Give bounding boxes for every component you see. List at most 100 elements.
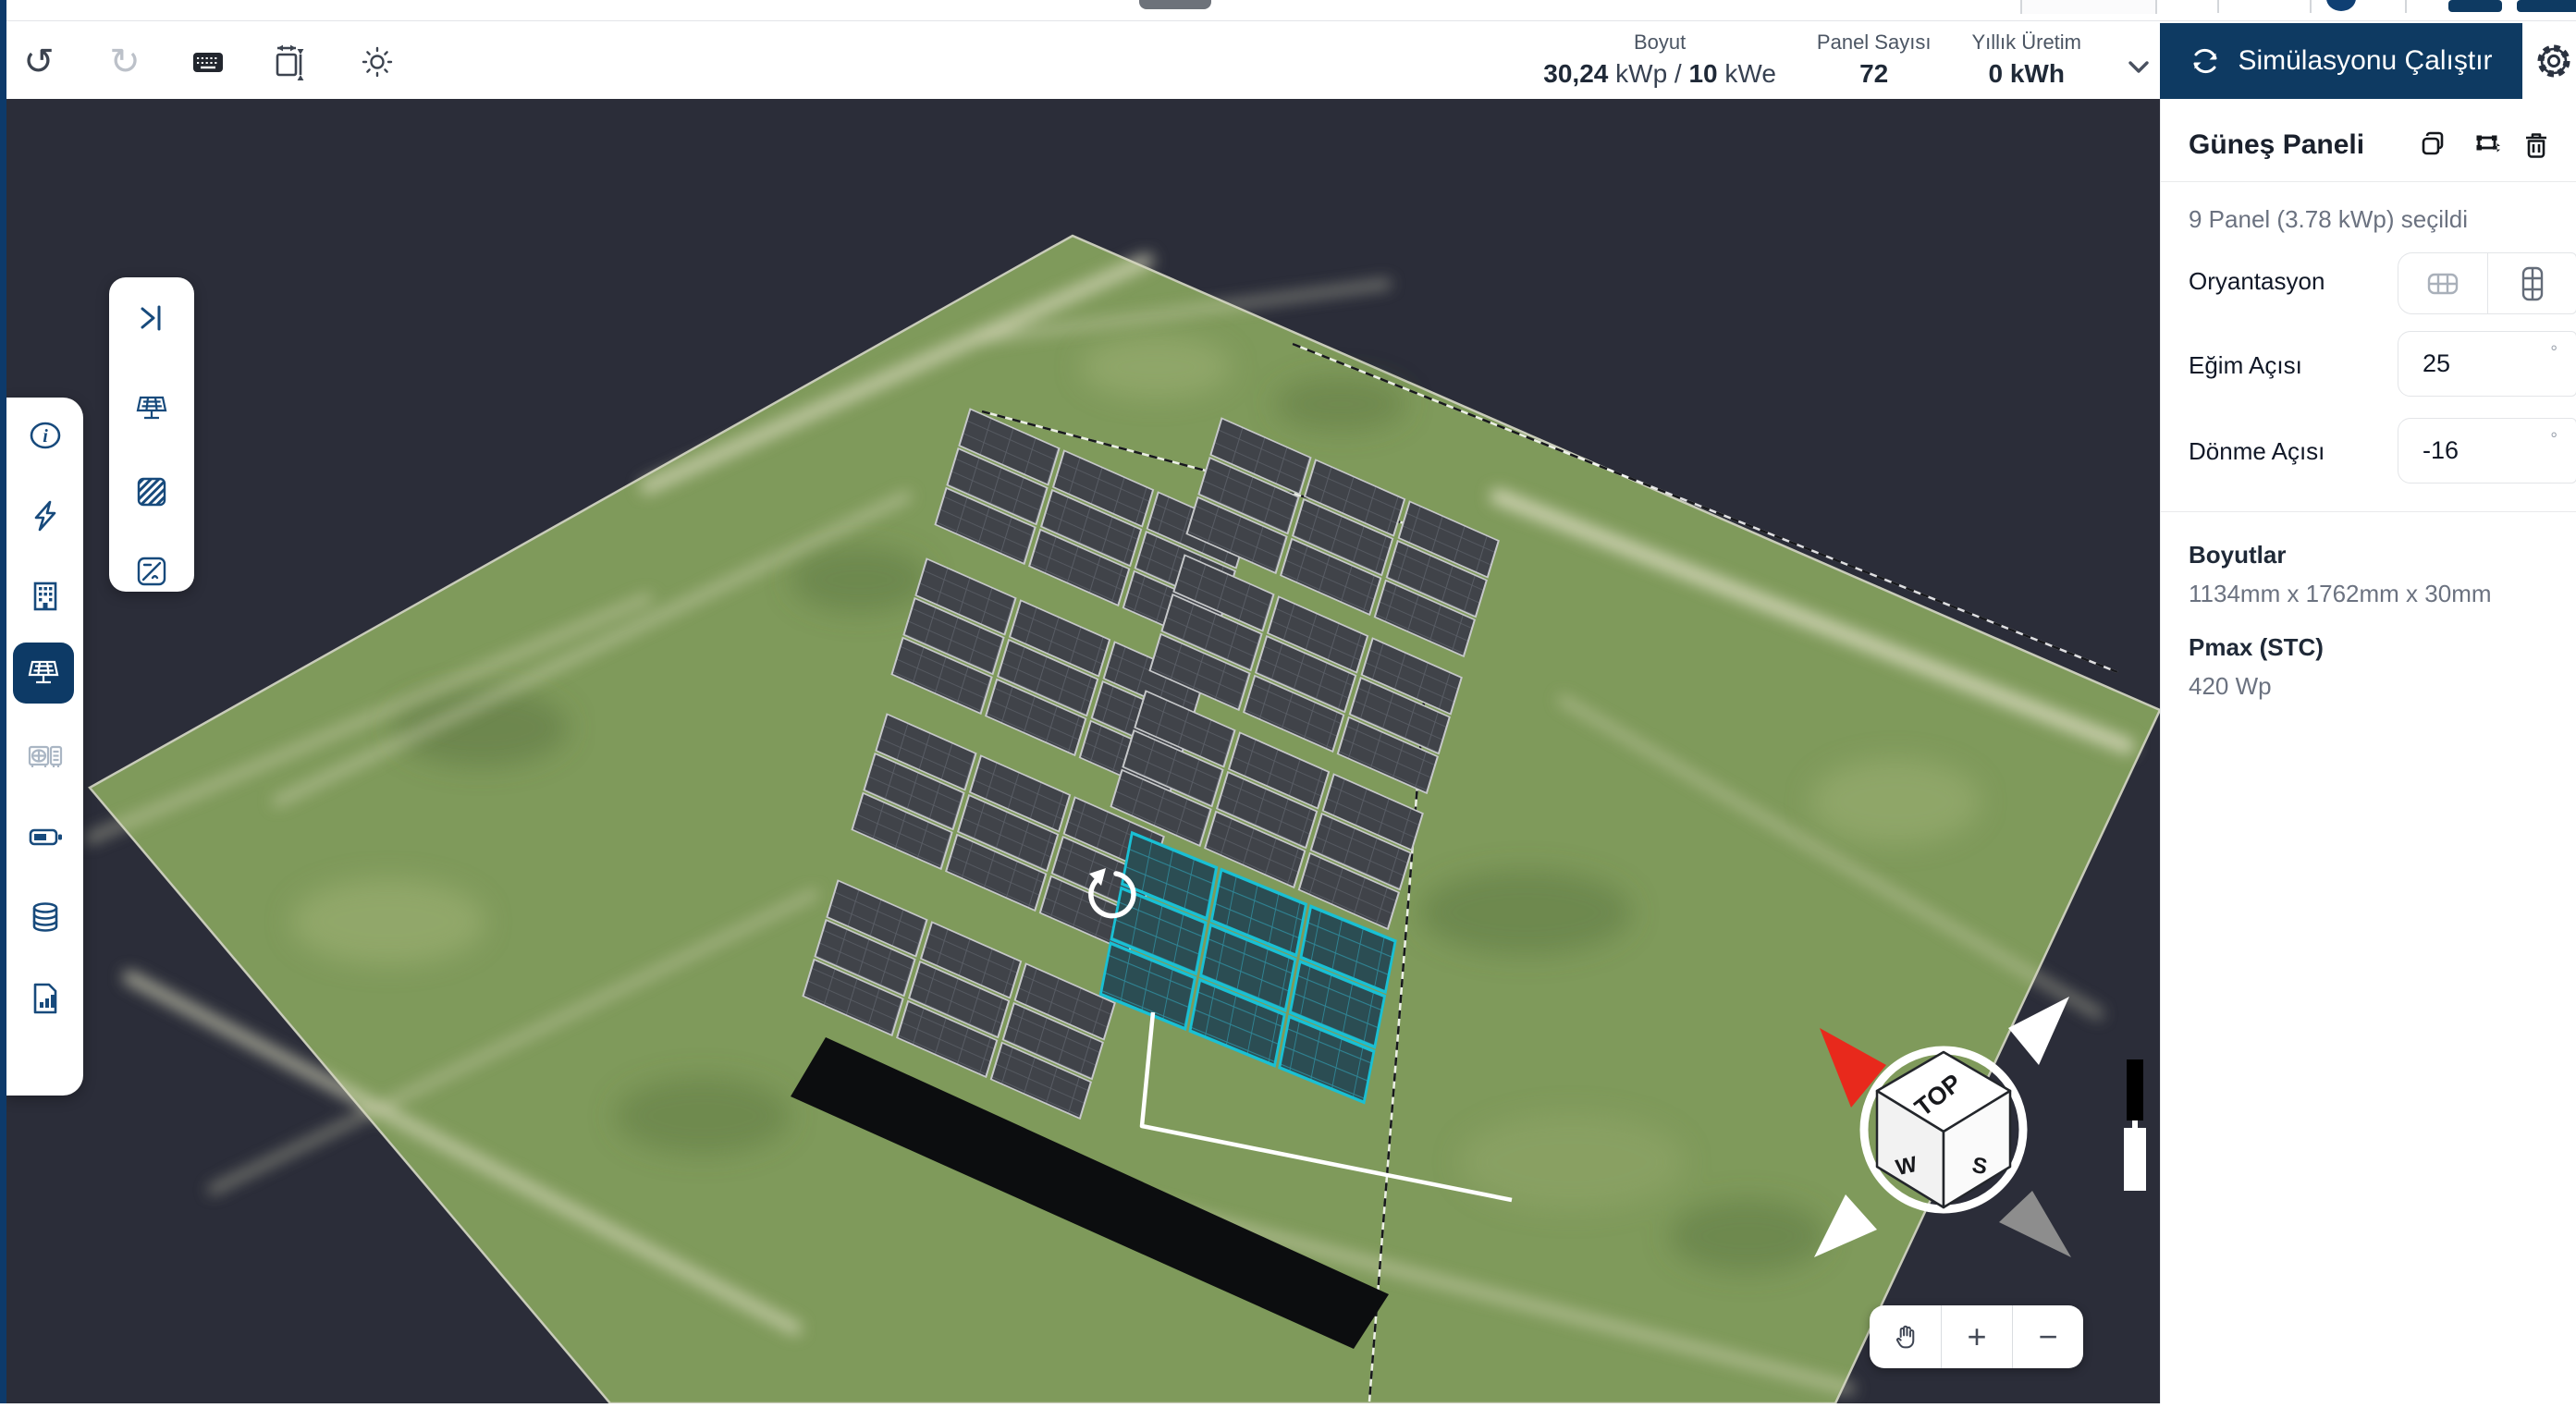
keyboard-shortcuts-button[interactable] (182, 42, 234, 82)
browser-chrome-fragment (2326, 0, 2356, 11)
pmax-label: Pmax (STC) (2189, 633, 2324, 662)
delete-selection-button[interactable] (2516, 129, 2557, 162)
sidebar-item-battery[interactable] (6, 807, 83, 868)
draw-solar-panel-button[interactable] (109, 381, 194, 436)
gear-icon (2533, 40, 2575, 82)
stat-size-kwp: 30,24 (1543, 59, 1608, 88)
run-simulation-label: Simülasyonu Çalıştır (2238, 45, 2492, 77)
keyboard-icon (188, 42, 228, 82)
minus-icon: − (2038, 1317, 2057, 1356)
rotation-angle-input[interactable]: -16 ° (2398, 418, 2576, 484)
stat-size-kwe: 10 (1688, 59, 1717, 88)
chevron-down-icon (2130, 63, 2147, 71)
dimensions-label: Boyutlar (2189, 541, 2286, 569)
panel-portrait-icon (2519, 265, 2546, 302)
zoom-out-button[interactable]: − (2012, 1305, 2083, 1368)
rotation-angle-unit: ° (2550, 430, 2558, 450)
trash-icon (2520, 129, 2553, 162)
viewport-nav-controls: + − (1870, 1305, 2083, 1368)
brightness-button[interactable] (351, 42, 403, 82)
stat-size-value: 30,24 kWp / 10 kWe (1543, 56, 1776, 92)
hand-pan-icon (1890, 1321, 1921, 1353)
info-icon: i (27, 417, 64, 454)
stat-panel-count-number: 72 (1859, 59, 1888, 88)
stat-size-unit: kWe (1718, 59, 1776, 88)
svg-text:i: i (43, 426, 48, 447)
resize-icon (269, 41, 312, 83)
browser-chrome-fragment (2310, 0, 2312, 13)
stat-size-label: Boyut (1634, 29, 1686, 56)
stat-panel-count-value: 72 (1859, 56, 1888, 92)
browser-chrome-fragment (2217, 0, 2219, 13)
browser-chrome-fragment (1139, 0, 1211, 9)
orientation-toggle-group (2398, 252, 2576, 314)
duplicate-selection-button[interactable] (2405, 129, 2460, 162)
dimensions-value: 1134mm x 1762mm x 30mm (2189, 580, 2492, 608)
tilt-angle-value: 25 (2423, 349, 2550, 378)
building-icon (27, 578, 64, 615)
orientation-landscape-button[interactable] (2398, 253, 2487, 313)
pan-tool-button[interactable] (1870, 1305, 1941, 1368)
redo-icon: ↻ (109, 43, 141, 80)
undo-button[interactable]: ↺ (13, 42, 65, 82)
database-icon (25, 898, 66, 938)
orientation-portrait-button[interactable] (2487, 253, 2576, 313)
left-accent-strip (0, 0, 6, 1403)
elevation-slider[interactable] (2124, 1059, 2146, 1191)
draw-keepout-button[interactable] (109, 464, 194, 520)
inverter-symbol-icon (132, 552, 171, 591)
copy-icon (2416, 129, 2449, 162)
divider (2161, 181, 2576, 182)
sidebar-item-database[interactable] (6, 888, 83, 949)
stat-panel-count-label: Panel Sayısı (1817, 29, 1932, 56)
redo-button[interactable]: ↻ (99, 42, 151, 82)
transform-array-icon (2472, 129, 2505, 162)
compass-south-arrow[interactable] (1999, 1191, 2071, 1257)
stat-annual-value: 0 kWh (1988, 56, 2064, 92)
browser-chrome-strip (0, 0, 2576, 21)
stat-annual-production: Yıllık Üretim 0 kWh (1971, 29, 2081, 92)
stat-annual-label: Yıllık Üretim (1971, 29, 2081, 56)
sidebar-item-solar-panels-selected[interactable] (13, 643, 74, 704)
draw-inverter-button[interactable] (109, 544, 194, 599)
selection-summary: 9 Panel (3.78 kWp) seçildi (2189, 205, 2468, 234)
sidebar-item-energy[interactable] (6, 485, 83, 546)
browser-chrome-fragment (2405, 0, 2407, 13)
stat-annual-number: 0 kWh (1988, 59, 2064, 88)
pmax-value: 420 Wp (2189, 672, 2272, 701)
brightness-sun-icon (356, 41, 399, 83)
solar-panel-icon (23, 653, 64, 693)
run-simulation-button[interactable]: Simülasyonu Çalıştır (2160, 23, 2522, 99)
zoom-in-button[interactable]: + (1941, 1305, 2012, 1368)
stat-panel-count: Panel Sayısı 72 (1817, 29, 1932, 92)
tilt-angle-input[interactable]: 25 ° (2398, 331, 2576, 397)
inverter-unit-icon (25, 737, 66, 777)
refresh-icon (2190, 45, 2221, 77)
browser-chrome-fragment (2020, 0, 2157, 14)
stats-expand-chevron[interactable] (2122, 50, 2155, 83)
collapse-right-icon (133, 300, 170, 337)
sidebar-item-report[interactable] (6, 968, 83, 1029)
solar-panel-icon (131, 388, 172, 429)
divider (2161, 511, 2576, 512)
inspector-title: Güneş Paneli (2189, 129, 2405, 161)
tilt-angle-label: Eğim Açısı (2189, 351, 2302, 380)
project-stats: Boyut 30,24 kWp / 10 kWe Panel Sayısı 72… (1543, 29, 2155, 92)
collapse-panel-button[interactable] (109, 290, 194, 346)
panel-landscape-icon (2425, 270, 2460, 298)
undo-icon: ↺ (23, 43, 55, 80)
transform-array-button[interactable] (2460, 129, 2516, 162)
rotation-angle-value: -16 (2423, 436, 2550, 465)
stat-size-sep: kWp / (1608, 59, 1688, 88)
sidebar-item-info[interactable]: i (6, 405, 83, 466)
keepout-hatched-icon (132, 472, 171, 511)
resize-dimensions-button[interactable] (264, 42, 316, 82)
tilt-angle-unit: ° (2550, 343, 2558, 363)
settings-button[interactable] (2530, 37, 2576, 85)
viewport-3d[interactable]: TOP W S (0, 99, 2160, 1403)
module-sidebar: i (6, 398, 83, 1096)
browser-chrome-fragment (2448, 0, 2502, 12)
sidebar-item-inverter[interactable] (6, 727, 83, 788)
sidebar-item-building[interactable] (6, 566, 83, 627)
scene-3d-canvas[interactable]: TOP W S (0, 99, 2160, 1403)
